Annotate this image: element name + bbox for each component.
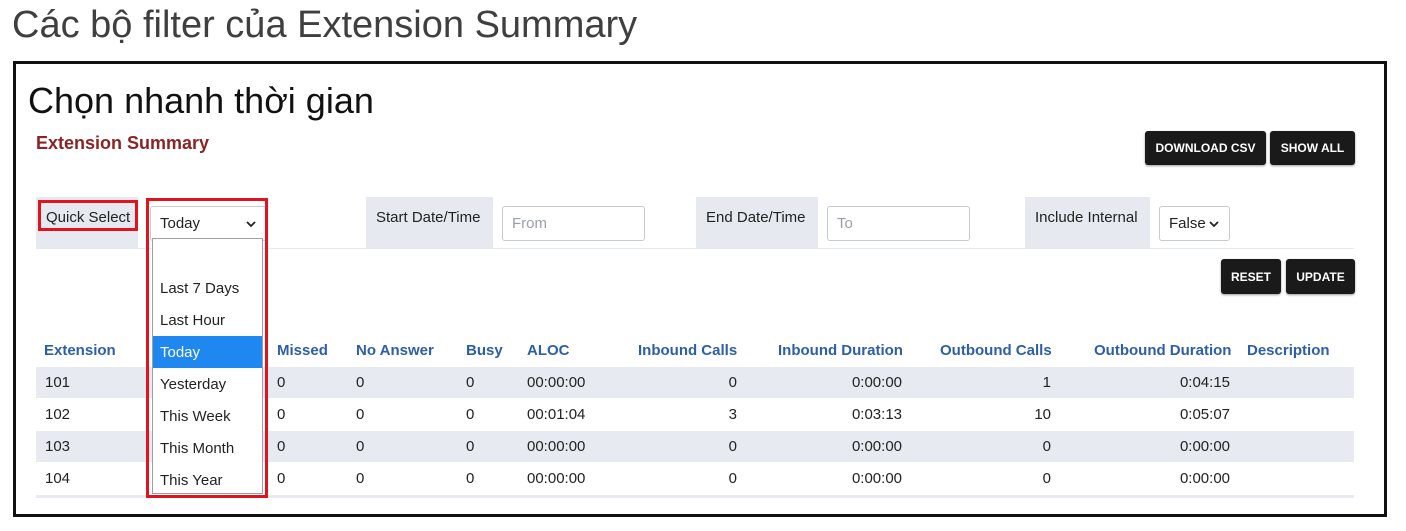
cell-inbound-duration: 0:00:00 [851,438,902,455]
update-button[interactable]: UPDATE [1286,259,1355,294]
dropdown-option-yesterday[interactable]: Yesterday [153,368,262,400]
include-internal-select[interactable]: False [1159,206,1230,241]
cell-no-answer: 0 [356,374,365,391]
quick-select-value: Today [160,215,201,232]
cell-inbound-calls: 0 [728,374,737,391]
col-inbound-duration[interactable]: Inbound Duration [778,342,903,359]
cell-extension: 103 [45,438,71,455]
dropdown-option-this-month[interactable]: This Month [153,432,262,464]
cell-aloc: 00:00:00 [527,438,586,455]
cell-no-answer: 0 [356,470,365,487]
cell-outbound-duration: 0:00:00 [1179,470,1230,487]
cell-missed: 0 [277,374,286,391]
col-aloc[interactable]: ALOC [527,342,570,359]
reset-button[interactable]: RESET [1221,259,1281,294]
download-csv-button[interactable]: DOWNLOAD CSV [1145,131,1266,165]
col-missed[interactable]: Missed [277,342,328,359]
cell-outbound-calls: 0 [1042,438,1051,455]
cell-missed: 0 [277,470,286,487]
dropdown-option-this-week[interactable]: This Week [153,400,262,432]
cell-outbound-duration: 0:04:15 [1179,374,1230,391]
cell-outbound-calls: 10 [1034,406,1051,423]
col-description[interactable]: Description [1247,342,1330,359]
cell-inbound-duration: 0:00:00 [851,374,902,391]
chevron-down-icon [246,221,256,228]
include-internal-label: Include Internal [1025,197,1150,249]
page-title: Extension Summary [36,133,210,153]
col-outbound-calls[interactable]: Outbound Calls [940,342,1052,359]
cell-no-answer: 0 [356,406,365,423]
cell-inbound-calls: 0 [728,438,737,455]
cell-busy: 0 [466,470,475,487]
cell-aloc: 00:01:04 [527,406,586,423]
col-no-answer[interactable]: No Answer [356,342,434,359]
cell-inbound-calls: 3 [728,406,737,423]
start-date-input[interactable]: From [502,206,645,241]
cell-busy: 0 [466,406,475,423]
cell-missed: 0 [277,406,286,423]
dropdown-option-last-7-days[interactable]: Last 7 Days [153,272,262,304]
cell-extension: 104 [45,470,71,487]
slide-title: Các bộ filter của Extension Summary [12,4,638,46]
dropdown-option-last-hour[interactable]: Last Hour [153,304,262,336]
end-date-label: End Date/Time [696,197,818,249]
dropdown-option-today[interactable]: Today [153,336,262,368]
caption-quick-time: Chọn nhanh thời gian [28,80,374,121]
show-all-button[interactable]: SHOW ALL [1270,131,1355,165]
col-inbound-calls[interactable]: Inbound Calls [638,342,737,359]
cell-aloc: 00:00:00 [527,470,586,487]
col-busy[interactable]: Busy [466,342,503,359]
cell-outbound-duration: 0:00:00 [1179,438,1230,455]
col-extension[interactable]: Extension [44,342,116,359]
cell-extension: 102 [45,406,71,423]
cell-outbound-duration: 0:05:07 [1179,406,1230,423]
dropdown-option-this-year[interactable]: This Year [153,464,262,496]
cell-outbound-calls: 1 [1042,374,1051,391]
cell-no-answer: 0 [356,438,365,455]
cell-outbound-calls: 0 [1042,470,1051,487]
cell-aloc: 00:00:00 [527,374,586,391]
end-date-input[interactable]: To [827,206,970,241]
cell-inbound-calls: 0 [728,470,737,487]
cell-inbound-duration: 0:03:13 [851,406,902,423]
cell-busy: 0 [466,374,475,391]
include-internal-value: False [1169,215,1206,232]
col-outbound-duration[interactable]: Outbound Duration [1094,342,1231,359]
quick-select-options: Last 7 Days Last Hour Today Yesterday Th… [152,238,263,494]
cell-inbound-duration: 0:00:00 [851,470,902,487]
chevron-down-icon [1209,221,1219,228]
start-date-label: Start Date/Time [366,197,493,249]
cell-extension: 101 [45,374,71,391]
cell-busy: 0 [466,438,475,455]
cell-missed: 0 [277,438,286,455]
quick-select-dropdown[interactable]: Today [150,206,267,241]
quick-select-label: Quick Select [36,197,138,249]
dropdown-option-blank[interactable] [153,240,262,272]
